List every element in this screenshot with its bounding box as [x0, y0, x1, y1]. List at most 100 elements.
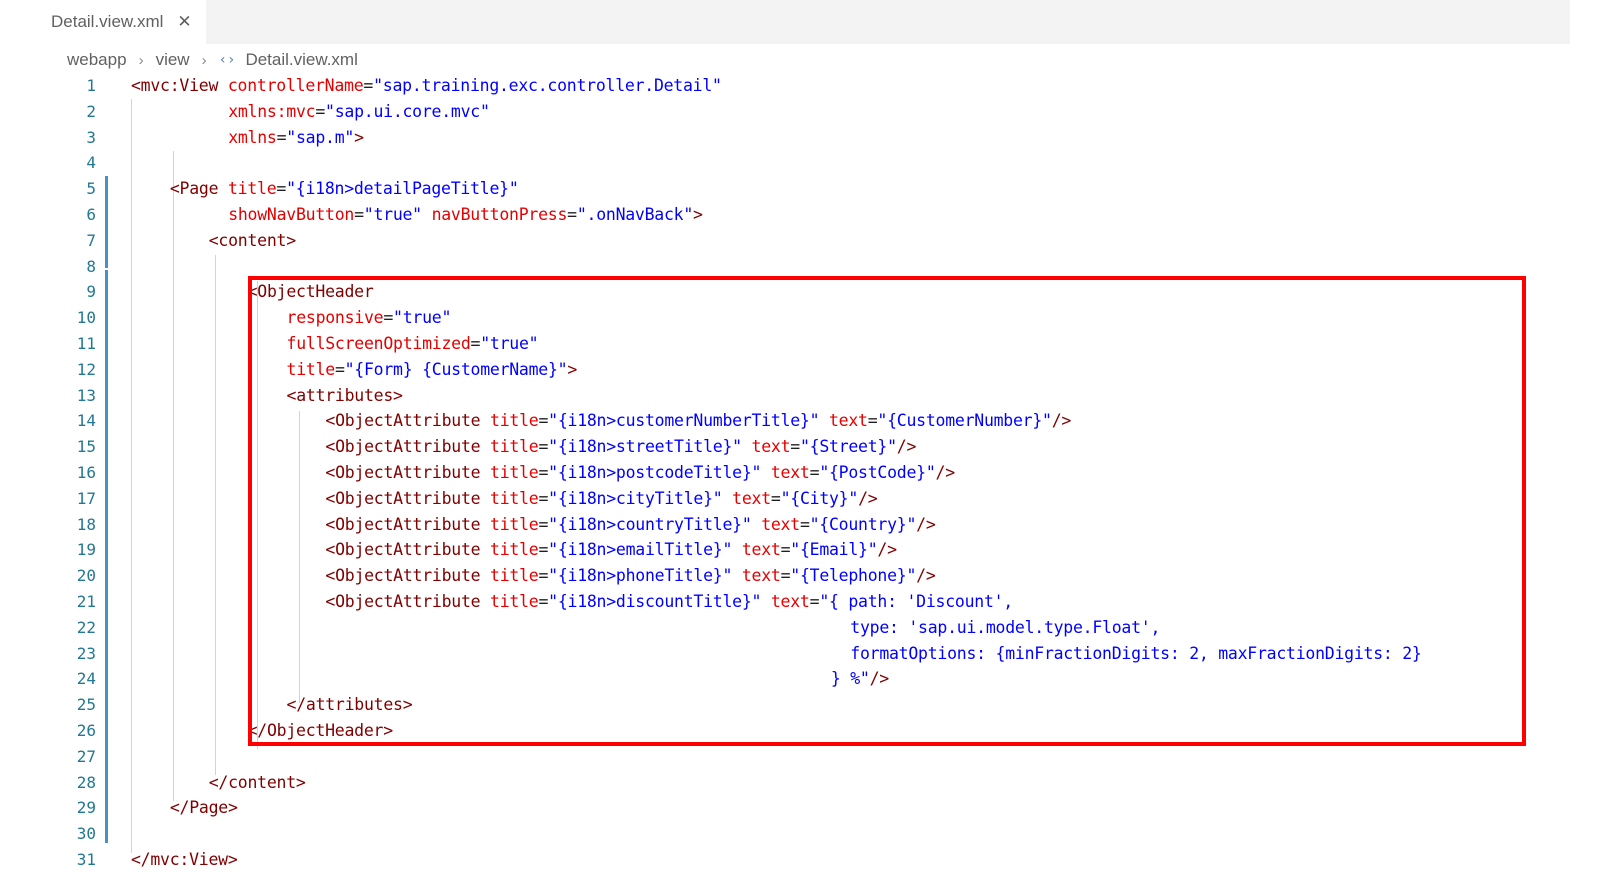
code-token: text — [741, 540, 781, 560]
code-text: showNavButton="true" navButtonPress=".on… — [228, 202, 703, 228]
code-text: responsive="true" — [287, 305, 452, 331]
code-token: responsive — [286, 308, 384, 328]
line-number: 15 — [76, 437, 96, 457]
code-line[interactable]: 25 </attributes> — [0, 692, 1600, 718]
code-line[interactable]: 26 </ObjectHeader> — [0, 718, 1600, 744]
code-token: = — [780, 540, 791, 560]
code-line[interactable]: 10 responsive="true" — [0, 305, 1600, 331]
code-token: /> — [869, 669, 890, 689]
code-token: <ObjectAttribute — [325, 437, 491, 457]
code-line[interactable]: 2 xmlns:mvc="sap.ui.core.mvc" — [0, 99, 1600, 125]
code-token: = — [809, 463, 820, 482]
code-token: /> — [877, 540, 897, 560]
code-text: <mvc:View controllerName="sap.training.e… — [131, 73, 722, 99]
code-line[interactable]: 11 fullScreenOptimized="true" — [0, 331, 1600, 357]
code-text: <ObjectAttribute title="{i18n>postcodeTi… — [325, 460, 955, 486]
tab-detail-view-xml[interactable]: Detail.view.xml ✕ — [40, 0, 206, 44]
code-token: "{Telephone}" — [790, 566, 917, 586]
code-text: <ObjectAttribute title="{i18n>phoneTitle… — [325, 563, 935, 589]
code-line[interactable]: 27 — [0, 744, 1600, 770]
code-line[interactable]: 20 <ObjectAttribute title="{i18n>phoneTit… — [0, 563, 1600, 589]
line-number: 24 — [76, 669, 96, 689]
code-line[interactable]: 13 <attributes> — [0, 383, 1600, 409]
code-token: = — [538, 540, 549, 560]
code-token: = — [799, 514, 810, 534]
code-line[interactable]: 17 <ObjectAttribute title="{i18n>cityTitl… — [0, 486, 1600, 512]
code-text: xmlns:mvc="sap.ui.core.mvc" — [228, 99, 490, 125]
code-token: xmlns:mvc — [228, 101, 316, 121]
line-number: 26 — [76, 721, 96, 740]
line-number: 16 — [76, 463, 96, 482]
code-token: "{i18n>emailTitle}" — [548, 540, 742, 560]
line-number: 31 — [76, 850, 96, 869]
code-line[interactable]: 1 <mvc:View controllerName="sap.training.… — [0, 73, 1600, 99]
code-line[interactable]: 22 type: 'sap.ui.model.type.Float', — [0, 615, 1600, 641]
code-line[interactable]: 24} %"/> — [0, 666, 1600, 692]
code-token: <ObjectAttribute — [325, 540, 491, 560]
line-number: 2 — [86, 101, 96, 121]
code-text: title="{Form} {CustomerName}"> — [287, 357, 578, 383]
code-token: = — [867, 411, 878, 431]
code-line[interactable]: 8 — [0, 254, 1600, 280]
code-line[interactable]: 12 title="{Form} {CustomerName}"> — [0, 357, 1600, 383]
code-line[interactable]: 19 <ObjectAttribute title="{i18n>emailTit… — [0, 537, 1600, 563]
code-token: = — [538, 463, 549, 482]
breadcrumb-item-view[interactable]: view — [156, 50, 190, 70]
code-line[interactable]: 6 showNavButton="true" navButtonPress=".o… — [0, 202, 1600, 228]
code-editor[interactable]: 1 <mvc:View controllerName="sap.training.… — [0, 73, 1600, 892]
code-token: "{Street}" — [799, 437, 897, 457]
code-token: ".onNavBack" — [576, 205, 694, 224]
line-number: 29 — [76, 798, 96, 818]
code-line[interactable]: 15 <ObjectAttribute title="{i18n>streetTi… — [0, 434, 1600, 460]
code-token: = — [790, 437, 800, 457]
code-line[interactable]: 7 <content> — [0, 228, 1600, 254]
code-token: title — [490, 437, 539, 457]
code-line[interactable]: 9 <ObjectHeader — [0, 279, 1600, 305]
code-text: fullScreenOptimized="true" — [287, 331, 539, 357]
line-number: 6 — [86, 205, 96, 224]
code-token: title — [490, 592, 539, 611]
code-line[interactable]: 16 <ObjectAttribute title="{i18n>postcode… — [0, 460, 1600, 486]
code-token: title — [490, 514, 539, 534]
close-icon[interactable]: ✕ — [177, 12, 191, 32]
line-number: 7 — [86, 230, 96, 250]
code-token: = — [780, 566, 791, 586]
line-number: 22 — [76, 617, 96, 637]
code-token: title — [286, 359, 336, 379]
breadcrumb-item-file[interactable]: Detail.view.xml — [245, 50, 357, 70]
code-token: "{i18n>cityTitle}" — [548, 488, 733, 508]
code-token: "true" — [393, 308, 452, 328]
code-token: = — [538, 566, 549, 586]
code-line[interactable]: 3 xmlns="sap.m"> — [0, 125, 1600, 151]
line-number: 30 — [76, 824, 96, 844]
code-token: = — [538, 488, 549, 508]
code-token: controllerName — [227, 76, 364, 95]
code-line[interactable]: 30 — [0, 821, 1600, 847]
code-line[interactable]: 14 <ObjectAttribute title="{i18n>customer… — [0, 408, 1600, 434]
code-token: /> — [935, 463, 956, 482]
breadcrumb-item-webapp[interactable]: webapp — [67, 50, 127, 70]
editor-tab-bar: Detail.view.xml ✕ — [40, 0, 1570, 44]
code-line[interactable]: 23 formatOptions: {minFractionDigits: 2, … — [0, 641, 1600, 667]
code-token: text — [741, 566, 781, 586]
code-token: </Page> — [169, 798, 238, 818]
code-token: <content> — [208, 230, 296, 250]
code-token: /> — [858, 488, 878, 508]
code-token: "{PostCode}" — [819, 463, 936, 482]
code-line[interactable]: 29 </Page> — [0, 795, 1600, 821]
code-token: <ObjectAttribute — [325, 514, 491, 534]
code-line[interactable]: 4 — [0, 150, 1600, 176]
code-token: "{i18n>discountTitle}" — [548, 592, 771, 611]
code-token: "{ path: 'Discount', — [819, 592, 1013, 611]
code-line[interactable]: 31 </mvc:View> — [0, 847, 1600, 873]
code-token: "{City}" — [780, 488, 859, 508]
code-token: fullScreenOptimized — [286, 334, 471, 353]
code-text: <ObjectAttribute title="{i18n>discountTi… — [325, 589, 1013, 615]
code-line[interactable]: 21 <ObjectAttribute title="{i18n>discount… — [0, 589, 1600, 615]
code-line[interactable]: 18 <ObjectAttribute title="{i18n>countryT… — [0, 512, 1600, 538]
code-text: <ObjectAttribute title="{i18n>cityTitle}… — [325, 486, 877, 512]
code-line[interactable]: 5 <Page title="{i18n>detailPageTitle}" — [0, 176, 1600, 202]
code-line[interactable]: 28 </content> — [0, 770, 1600, 796]
code-token: = — [809, 592, 820, 611]
code-text: </mvc:View> — [131, 847, 238, 873]
